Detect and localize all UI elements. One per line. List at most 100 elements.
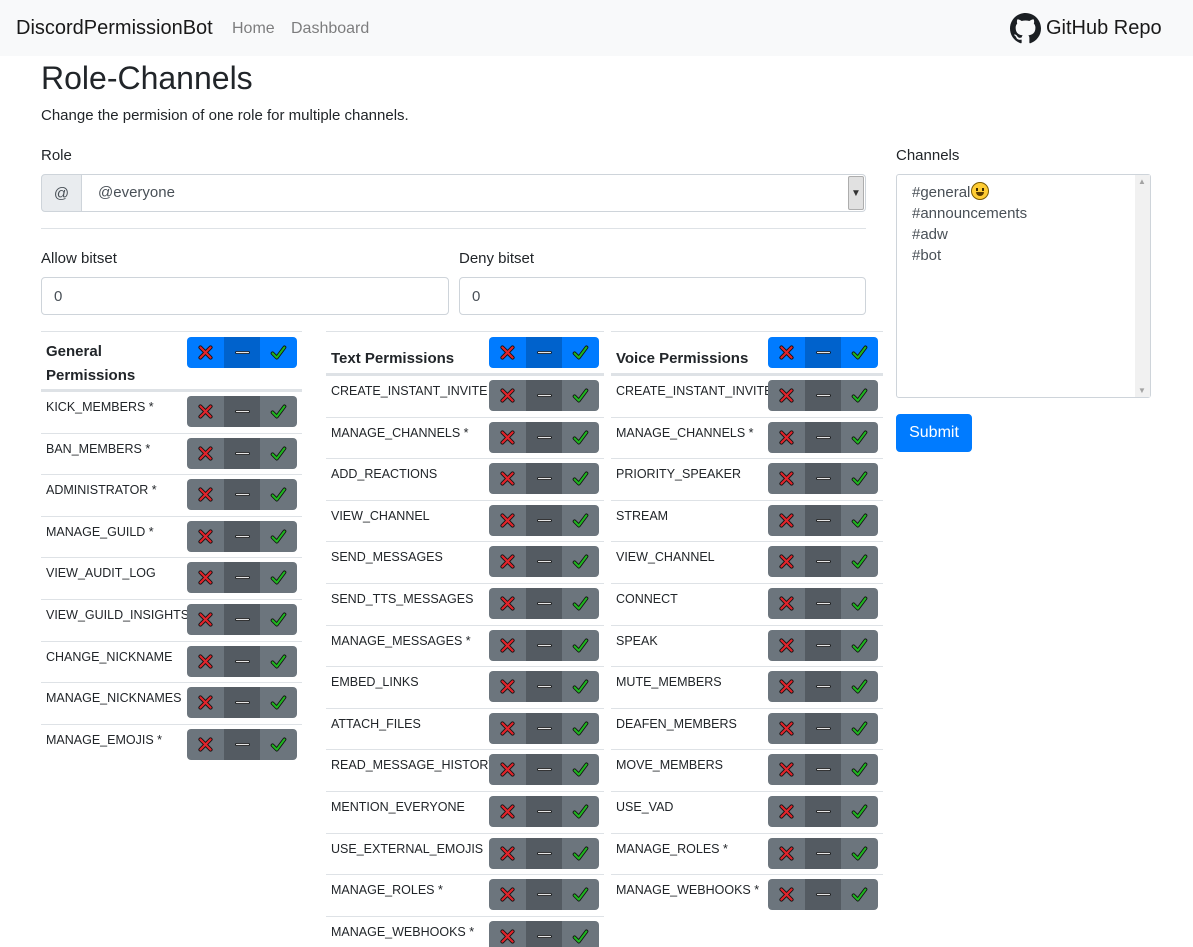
permission-allow-button[interactable] <box>260 520 297 552</box>
permission-neutral-button[interactable] <box>224 520 260 552</box>
permission-deny-button[interactable] <box>187 520 224 552</box>
permission-allow-button[interactable] <box>562 671 599 703</box>
permission-deny-button[interactable] <box>768 629 805 661</box>
permission-allow-button[interactable] <box>562 837 599 869</box>
text-all-neutral-button[interactable] <box>526 337 562 368</box>
permission-neutral-button[interactable] <box>805 546 841 578</box>
permission-allow-button[interactable] <box>260 728 297 760</box>
permission-neutral-button[interactable] <box>224 562 260 594</box>
permission-deny-button[interactable] <box>768 712 805 744</box>
submit-button[interactable]: Submit <box>896 414 972 452</box>
permission-allow-button[interactable] <box>562 920 599 947</box>
permission-allow-button[interactable] <box>562 754 599 786</box>
permission-neutral-button[interactable] <box>224 687 260 719</box>
permission-allow-button[interactable] <box>841 587 878 619</box>
permission-neutral-button[interactable] <box>805 463 841 495</box>
permission-deny-button[interactable] <box>187 437 224 469</box>
permission-allow-button[interactable] <box>562 421 599 453</box>
permission-neutral-button[interactable] <box>526 421 562 453</box>
permission-deny-button[interactable] <box>489 920 526 947</box>
permission-allow-button[interactable] <box>562 879 599 911</box>
permission-deny-button[interactable] <box>489 380 526 411</box>
permission-allow-button[interactable] <box>841 879 878 911</box>
permission-deny-button[interactable] <box>489 629 526 661</box>
permission-neutral-button[interactable] <box>526 546 562 578</box>
permission-neutral-button[interactable] <box>526 671 562 703</box>
permission-deny-button[interactable] <box>768 795 805 827</box>
general-all-deny-button[interactable] <box>187 337 224 368</box>
permission-deny-button[interactable] <box>768 587 805 619</box>
permission-neutral-button[interactable] <box>526 837 562 869</box>
permission-deny-button[interactable] <box>187 562 224 594</box>
permission-deny-button[interactable] <box>489 795 526 827</box>
general-all-allow-button[interactable] <box>260 337 297 368</box>
permission-deny-button[interactable] <box>768 879 805 911</box>
text-all-allow-button[interactable] <box>562 337 599 368</box>
permission-neutral-button[interactable] <box>805 754 841 786</box>
permission-deny-button[interactable] <box>187 396 224 427</box>
voice-all-deny-button[interactable] <box>768 337 805 368</box>
permission-deny-button[interactable] <box>489 421 526 453</box>
permission-deny-button[interactable] <box>187 479 224 511</box>
permission-deny-button[interactable] <box>768 837 805 869</box>
chevron-down-icon[interactable]: ▼ <box>848 176 864 210</box>
permission-allow-button[interactable] <box>260 396 297 427</box>
nav-link-dashboard[interactable]: Dashboard <box>291 20 369 38</box>
permission-allow-button[interactable] <box>841 421 878 453</box>
permission-allow-button[interactable] <box>260 603 297 635</box>
permission-neutral-button[interactable] <box>805 587 841 619</box>
permission-allow-button[interactable] <box>260 479 297 511</box>
permission-deny-button[interactable] <box>187 687 224 719</box>
allow-bitset-input[interactable]: 0 <box>41 277 449 315</box>
permission-neutral-button[interactable] <box>526 380 562 411</box>
permission-deny-button[interactable] <box>489 754 526 786</box>
permission-neutral-button[interactable] <box>805 629 841 661</box>
general-all-neutral-button[interactable] <box>224 337 260 368</box>
permission-allow-button[interactable] <box>562 629 599 661</box>
permission-neutral-button[interactable] <box>805 671 841 703</box>
permission-allow-button[interactable] <box>841 795 878 827</box>
navbar-brand[interactable]: DiscordPermissionBot <box>16 17 213 40</box>
permission-deny-button[interactable] <box>489 671 526 703</box>
permission-neutral-button[interactable] <box>224 437 260 469</box>
permission-neutral-button[interactable] <box>224 396 260 427</box>
permission-deny-button[interactable] <box>768 463 805 495</box>
role-select[interactable]: @everyone ▼ <box>82 174 866 212</box>
permission-allow-button[interactable] <box>841 504 878 536</box>
text-all-deny-button[interactable] <box>489 337 526 368</box>
permission-deny-button[interactable] <box>489 546 526 578</box>
permission-deny-button[interactable] <box>768 546 805 578</box>
permission-allow-button[interactable] <box>562 463 599 495</box>
permission-allow-button[interactable] <box>841 463 878 495</box>
permission-deny-button[interactable] <box>489 504 526 536</box>
permission-deny-button[interactable] <box>768 671 805 703</box>
scroll-up-icon[interactable]: ▲ <box>1138 177 1146 186</box>
permission-deny-button[interactable] <box>768 380 805 411</box>
permission-deny-button[interactable] <box>187 645 224 677</box>
permission-allow-button[interactable] <box>841 546 878 578</box>
textarea-scrollbar[interactable]: ▲ ▼ <box>1135 175 1150 397</box>
permission-allow-button[interactable] <box>841 754 878 786</box>
permission-allow-button[interactable] <box>562 712 599 744</box>
nav-link-home[interactable]: Home <box>232 20 275 38</box>
permission-deny-button[interactable] <box>768 754 805 786</box>
permission-deny-button[interactable] <box>489 879 526 911</box>
permission-neutral-button[interactable] <box>526 587 562 619</box>
permission-deny-button[interactable] <box>187 603 224 635</box>
permission-allow-button[interactable] <box>841 671 878 703</box>
permission-deny-button[interactable] <box>187 728 224 760</box>
permission-allow-button[interactable] <box>260 645 297 677</box>
github-repo-link[interactable]: GitHub Repo <box>1010 13 1162 44</box>
permission-neutral-button[interactable] <box>805 504 841 536</box>
voice-all-allow-button[interactable] <box>841 337 878 368</box>
permission-allow-button[interactable] <box>562 504 599 536</box>
permission-allow-button[interactable] <box>841 837 878 869</box>
voice-all-neutral-button[interactable] <box>805 337 841 368</box>
permission-allow-button[interactable] <box>562 380 599 411</box>
permission-deny-button[interactable] <box>768 504 805 536</box>
permission-allow-button[interactable] <box>260 687 297 719</box>
permission-neutral-button[interactable] <box>224 603 260 635</box>
permission-neutral-button[interactable] <box>526 504 562 536</box>
permission-allow-button[interactable] <box>260 562 297 594</box>
permission-neutral-button[interactable] <box>805 837 841 869</box>
